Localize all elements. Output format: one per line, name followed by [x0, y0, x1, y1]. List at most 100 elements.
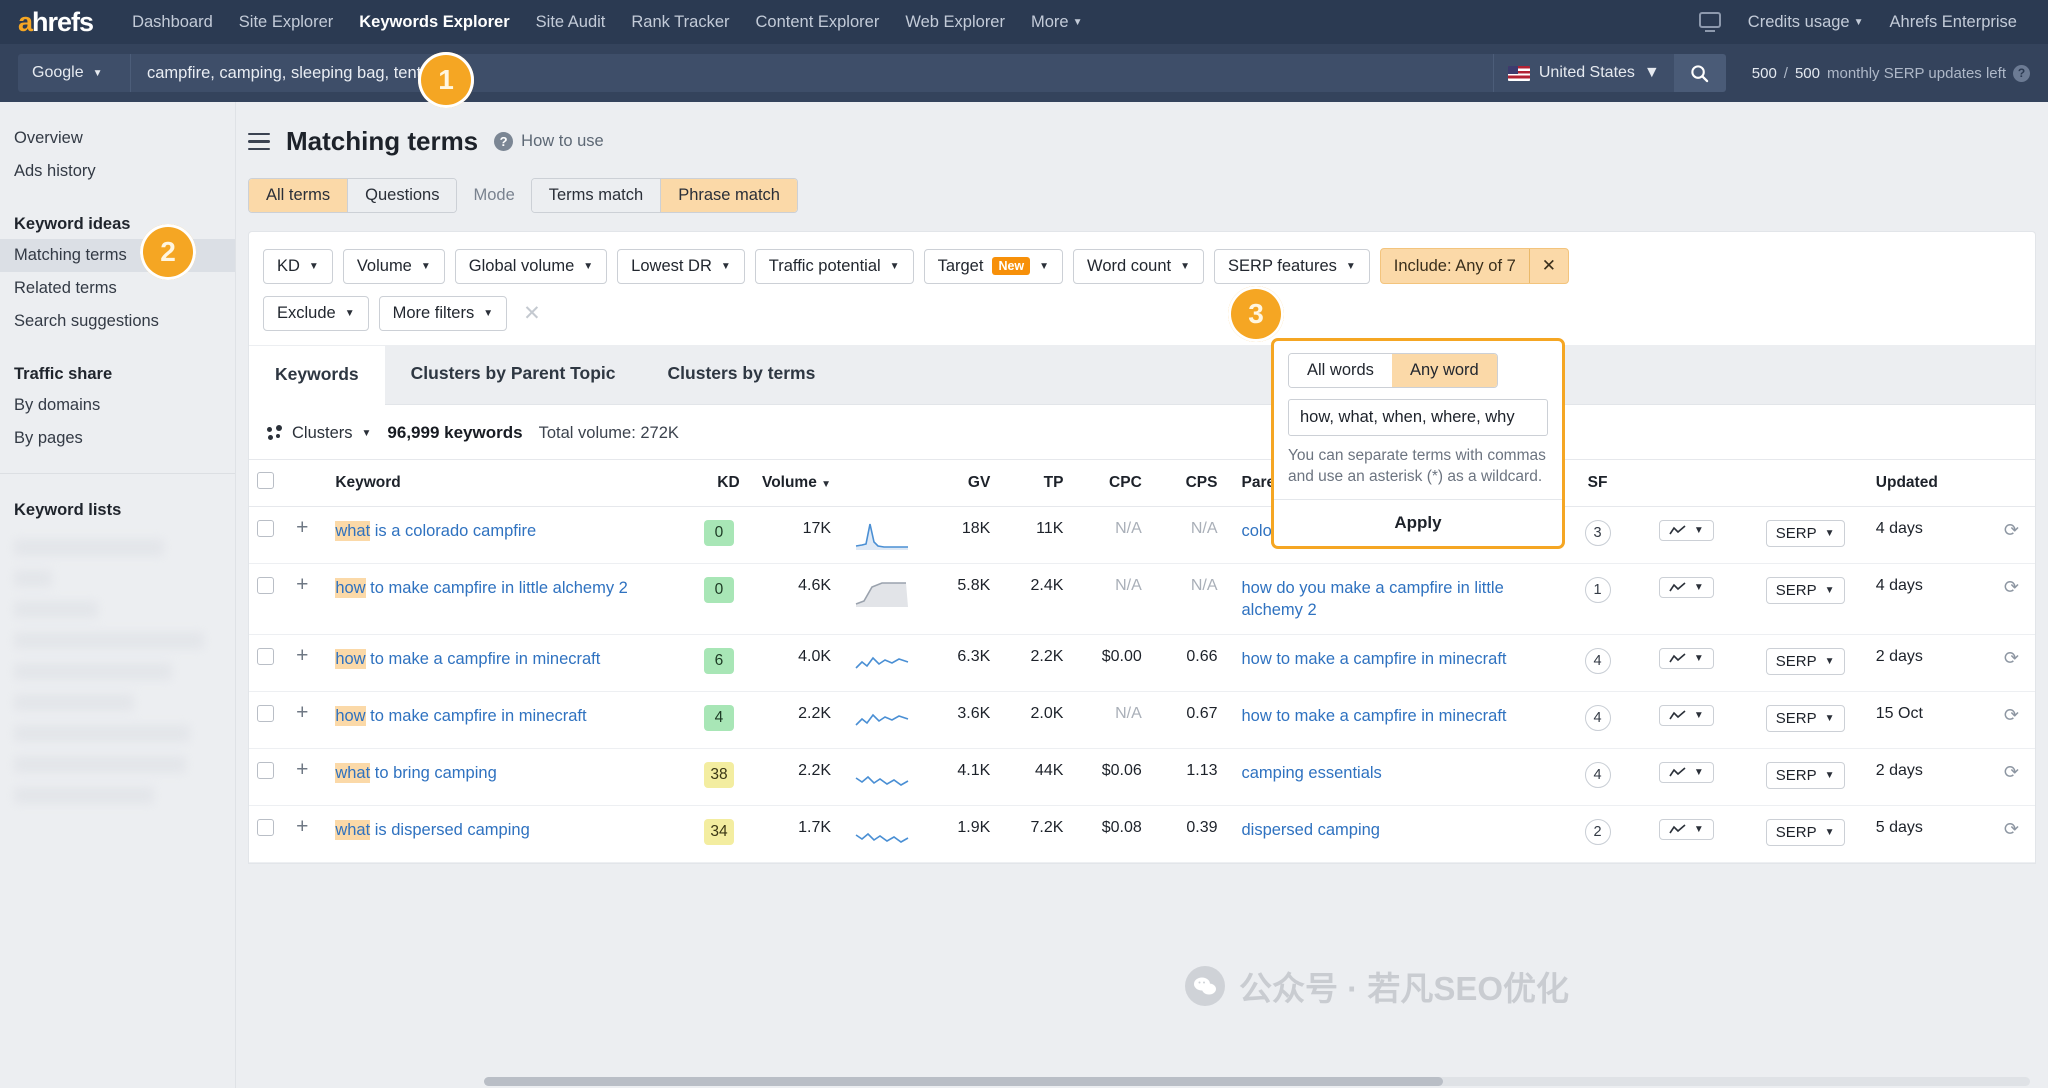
monitor-icon[interactable] [1698, 12, 1721, 32]
parent-topic-link[interactable]: camping essentials [1241, 764, 1381, 782]
horizontal-scrollbar[interactable] [484, 1077, 2030, 1086]
tab-clusters-by-parent-topic[interactable]: Clusters by Parent Topic [385, 345, 642, 404]
nav-link-rank-tracker[interactable]: Rank Tracker [618, 13, 742, 32]
nav-link-keywords-explorer[interactable]: Keywords Explorer [346, 13, 522, 32]
sidebar-item-ads-history[interactable]: Ads history [0, 155, 235, 188]
sidebar-item-overview[interactable]: Overview [0, 122, 235, 155]
position-history-button[interactable]: ▼ [1658, 705, 1714, 726]
table-row[interactable]: + what is dispersed camping 34 1.7K 1.9K 7.2K… [249, 805, 2035, 863]
include-filter-chip[interactable]: Include: Any of 7 ✕ [1379, 248, 1570, 284]
table-row[interactable]: + how to make campfire in minecraft 4 2.2K 3… [249, 691, 2035, 749]
position-history-button[interactable]: ▼ [1658, 819, 1714, 840]
column-gv[interactable]: GV [925, 459, 999, 507]
filter-traffic-potential[interactable]: Traffic potential ▼ [754, 248, 914, 284]
ahrefs-logo[interactable]: ahrefs [18, 7, 94, 38]
clusters-dropdown[interactable]: Clusters ▼ [267, 424, 371, 443]
serp-button[interactable]: SERP ▼ [1765, 705, 1845, 732]
row-checkbox[interactable] [257, 520, 274, 537]
keywords-input[interactable]: campfire, camping, sleeping bag, tent [130, 54, 1493, 92]
add-keyword-icon[interactable]: + [296, 644, 308, 667]
filter-global-volume[interactable]: Global volume ▼ [454, 248, 608, 284]
column-cpc[interactable]: CPC [1071, 459, 1150, 507]
row-checkbox[interactable] [257, 705, 274, 722]
keyword-link[interactable]: what to bring camping [335, 763, 497, 783]
serp-button[interactable]: SERP ▼ [1765, 648, 1845, 675]
filter-exclude[interactable]: Exclude ▼ [263, 296, 369, 331]
filter-word-count[interactable]: Word count ▼ [1073, 248, 1205, 284]
nav-link-site-audit[interactable]: Site Audit [523, 13, 619, 32]
add-keyword-icon[interactable]: + [296, 516, 308, 539]
sf-badge[interactable]: 4 [1584, 705, 1611, 731]
table-row[interactable]: + how to make campfire in little alchemy … [249, 563, 2035, 635]
parent-topic-link[interactable]: how to make a campfire in minecraft [1241, 707, 1506, 725]
nav-link-dashboard[interactable]: Dashboard [119, 13, 226, 32]
sidebar-item-search-suggestions[interactable]: Search suggestions [0, 305, 235, 338]
close-icon[interactable]: ✕ [1528, 249, 1568, 283]
table-row[interactable]: + what is a colorado campfire 0 17K 18K 11K N/… [249, 506, 2035, 564]
position-history-button[interactable]: ▼ [1658, 762, 1714, 783]
serp-button[interactable]: SERP ▼ [1765, 762, 1845, 789]
filter-serp-features[interactable]: SERP features ▼ [1214, 248, 1370, 284]
sidebar-item-related-terms[interactable]: Related terms [0, 272, 235, 305]
keyword-link[interactable]: how to make campfire in little alchemy 2 [335, 578, 628, 598]
filter-kd[interactable]: KD ▼ [263, 248, 333, 284]
apply-button[interactable]: Apply [1274, 499, 1562, 546]
popover-segment-any-word[interactable]: Any word [1391, 354, 1497, 387]
table-row[interactable]: + how to make a campfire in minecraft 6 4.0… [249, 634, 2035, 692]
keyword-link[interactable]: how to make a campfire in minecraft [335, 649, 600, 669]
refresh-icon[interactable]: ⟳ [2004, 819, 2019, 839]
add-keyword-icon[interactable]: + [296, 758, 308, 781]
column-cps[interactable]: CPS [1149, 459, 1226, 507]
row-checkbox[interactable] [257, 819, 274, 836]
refresh-icon[interactable]: ⟳ [2004, 648, 2019, 668]
sf-badge[interactable]: 3 [1584, 520, 1611, 546]
segment-terms-match[interactable]: Terms match [531, 179, 661, 212]
column-volume[interactable]: Volume ▼ [747, 459, 840, 507]
tab-clusters-by-terms[interactable]: Clusters by terms [642, 345, 842, 404]
table-row[interactable]: + what to bring camping 38 2.2K 4.1K 44K $0.06… [249, 748, 2035, 806]
sidebar-item-by-domains[interactable]: By domains [0, 389, 235, 422]
position-history-button[interactable]: ▼ [1658, 648, 1714, 669]
row-checkbox[interactable] [257, 762, 274, 779]
row-checkbox[interactable] [257, 648, 274, 665]
serp-button[interactable]: SERP ▼ [1765, 577, 1845, 604]
parent-topic-link[interactable]: how do you make a campfire in little alc… [1241, 579, 1503, 619]
serp-button[interactable]: SERP ▼ [1765, 819, 1845, 846]
add-keyword-icon[interactable]: + [296, 573, 308, 596]
nav-link-content-explorer[interactable]: Content Explorer [743, 13, 893, 32]
filter-more-filters[interactable]: More filters ▼ [378, 296, 508, 331]
parent-topic-link[interactable]: how to make a campfire in minecraft [1241, 650, 1506, 668]
sf-badge[interactable]: 4 [1584, 648, 1611, 674]
help-icon[interactable]: ? [2013, 64, 2030, 82]
nav-link-more[interactable]: More ▼ [1018, 13, 1096, 32]
country-select[interactable]: United States ▼ [1492, 54, 1674, 92]
position-history-button[interactable]: ▼ [1658, 520, 1714, 541]
column-keyword[interactable]: Keyword [327, 459, 691, 507]
filter-target[interactable]: Target New ▼ [923, 248, 1064, 284]
sf-badge[interactable]: 2 [1584, 819, 1611, 845]
search-engine-select[interactable]: Google ▼ [18, 54, 130, 92]
serp-button[interactable]: SERP ▼ [1765, 520, 1845, 547]
search-button[interactable] [1673, 54, 1726, 92]
keyword-link[interactable]: how to make campfire in minecraft [335, 706, 587, 726]
nav-link-site-explorer[interactable]: Site Explorer [226, 13, 346, 32]
keyword-link[interactable]: what is dispersed camping [335, 820, 530, 840]
add-keyword-icon[interactable]: + [296, 701, 308, 724]
tab-keywords[interactable]: Keywords [249, 346, 385, 405]
how-to-use-link[interactable]: ? How to use [494, 132, 604, 151]
nav-link-web-explorer[interactable]: Web Explorer [892, 13, 1018, 32]
column-kd[interactable]: KD [690, 459, 748, 507]
refresh-icon[interactable]: ⟳ [2004, 577, 2019, 597]
parent-topic-link[interactable]: dispersed camping [1241, 821, 1380, 839]
include-terms-input[interactable]: how, what, when, where, why [1288, 399, 1548, 436]
row-checkbox[interactable] [257, 577, 274, 594]
column-updated[interactable]: Updated [1867, 459, 1988, 507]
sidebar-item-by-pages[interactable]: By pages [0, 422, 235, 455]
column-tp[interactable]: TP [998, 459, 1072, 507]
segment-phrase-match[interactable]: Phrase match [660, 179, 797, 212]
sidebar-item-matching-terms[interactable]: Matching terms [0, 239, 235, 272]
position-history-button[interactable]: ▼ [1658, 577, 1714, 598]
sf-badge[interactable]: 1 [1584, 577, 1611, 603]
refresh-icon[interactable]: ⟳ [2004, 520, 2019, 540]
account-name[interactable]: Ahrefs Enterprise [1877, 13, 2030, 32]
